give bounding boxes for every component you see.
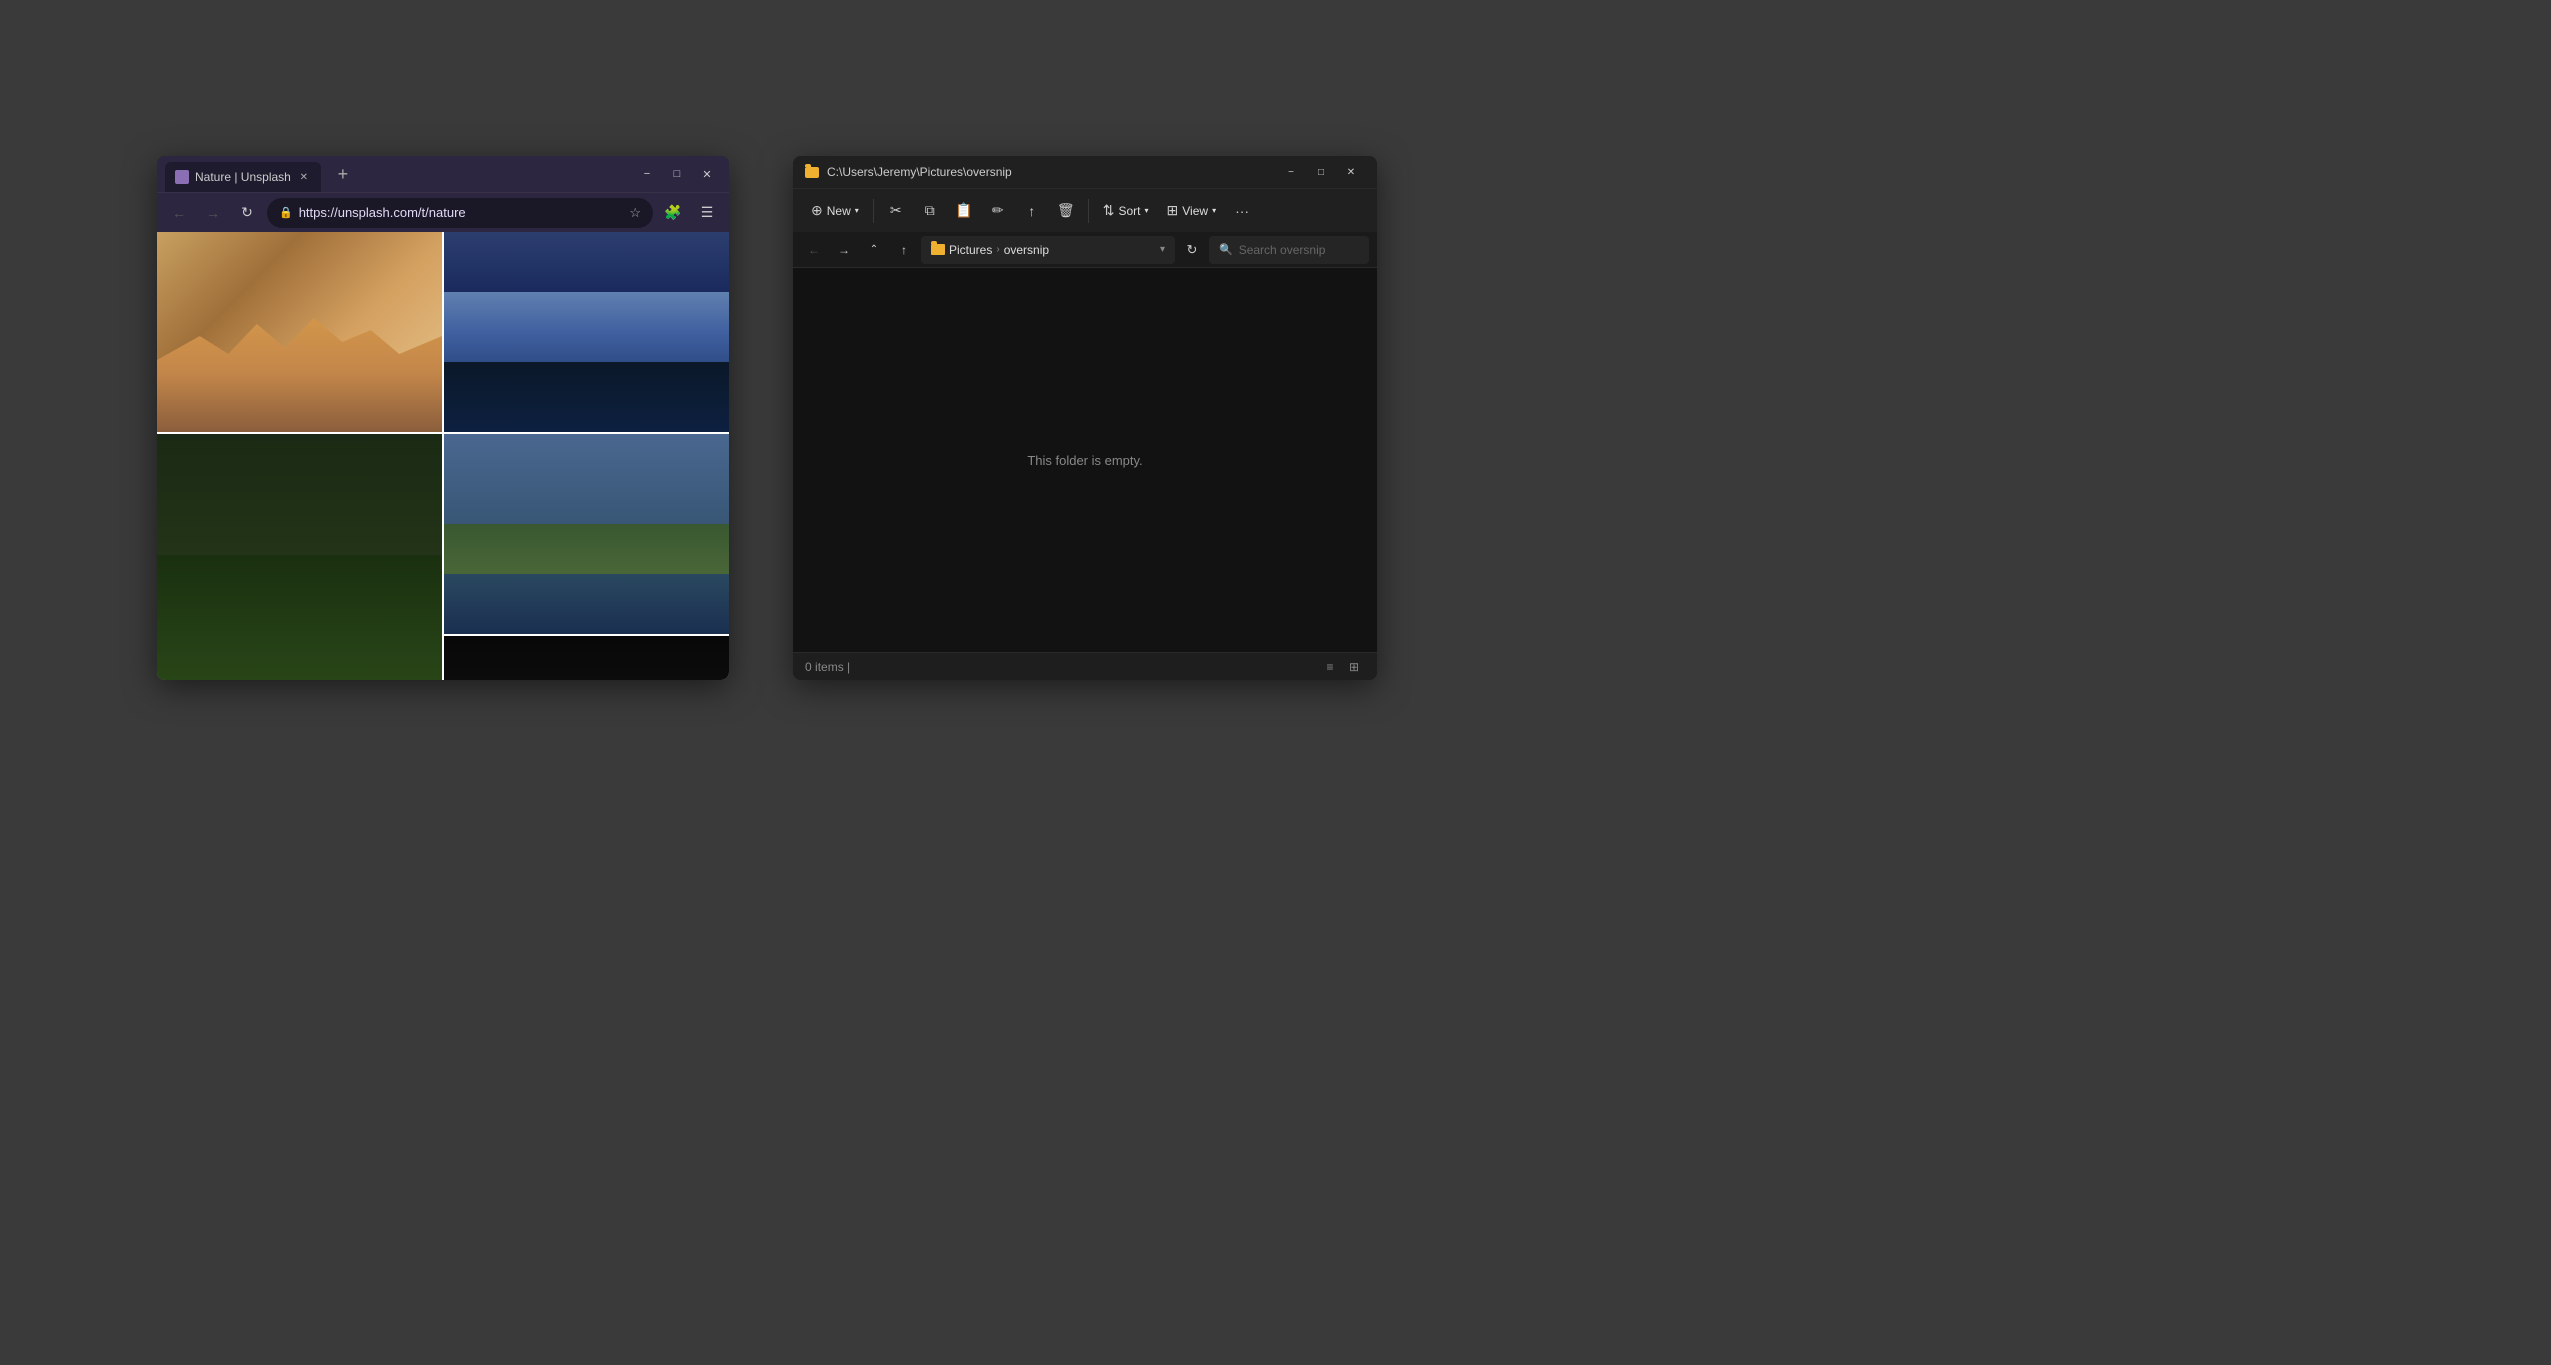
photo-mountain-lake — [444, 232, 729, 432]
addr-forward-button[interactable]: → — [831, 237, 857, 263]
sort-dropdown-icon: ▾ — [1145, 206, 1149, 215]
tab-close-button[interactable]: ✕ — [297, 170, 311, 184]
explorer-title-text: C:\Users\Jeremy\Pictures\oversnip — [827, 165, 1269, 179]
browser-content — [157, 232, 729, 680]
explorer-addressbar: ← → ⌃ ↑ Pictures › oversnip ▾ ↻ 🔍 Search… — [793, 232, 1377, 268]
extensions-button[interactable]: 🧩 — [659, 199, 687, 227]
browser-menu-button[interactable]: ☰ — [693, 199, 721, 227]
search-icon: 🔍 — [1219, 243, 1233, 256]
addr-up-button[interactable]: ↑ — [891, 237, 917, 263]
address-path[interactable]: Pictures › oversnip ▾ — [921, 236, 1175, 264]
browser-window: Nature | Unsplash ✕ + − □ ✕ ← → ↻ 🔒 http… — [157, 156, 729, 680]
photo-forest — [157, 434, 442, 680]
photo-dark — [444, 636, 729, 680]
explorer-content: This folder is empty. — [793, 268, 1377, 652]
explorer-close-button[interactable]: ✕ — [1337, 160, 1365, 184]
view-label: View — [1182, 204, 1208, 218]
copy-button[interactable]: ⧉ — [914, 195, 946, 227]
search-box[interactable]: 🔍 Search oversnip — [1209, 236, 1369, 264]
sort-button[interactable]: ⇅ Sort ▾ — [1095, 195, 1157, 227]
share-button[interactable]: ↑ — [1016, 195, 1048, 227]
status-view-buttons: ≡ ⊞ — [1319, 656, 1365, 678]
path-separator: › — [996, 244, 999, 255]
path-current-folder: oversnip — [1004, 243, 1049, 257]
forward-button[interactable]: → — [199, 199, 227, 227]
address-text: https://unsplash.com/t/nature — [299, 205, 624, 220]
list-view-button[interactable]: ≡ — [1319, 656, 1341, 678]
sort-icon: ⇅ — [1103, 202, 1115, 219]
address-bar[interactable]: 🔒 https://unsplash.com/t/nature ☆ — [267, 198, 653, 228]
back-button[interactable]: ← — [165, 199, 193, 227]
view-button[interactable]: ⊞ View ▾ — [1159, 195, 1225, 227]
new-dropdown-icon: ▾ — [855, 206, 859, 215]
grid-view-button[interactable]: ⊞ — [1343, 656, 1365, 678]
rename-button[interactable]: ✏ — [982, 195, 1014, 227]
explorer-maximize-button[interactable]: □ — [1307, 160, 1335, 184]
new-label: New — [827, 204, 851, 218]
explorer-window: C:\Users\Jeremy\Pictures\oversnip − □ ✕ … — [793, 156, 1377, 680]
path-pictures: Pictures — [949, 243, 992, 257]
new-button[interactable]: ⊕ New ▾ — [803, 195, 867, 227]
more-button[interactable]: ··· — [1226, 195, 1258, 227]
delete-button[interactable]: 🗑 — [1050, 195, 1082, 227]
status-items-count: 0 items | — [805, 660, 1319, 674]
bookmark-icon[interactable]: ☆ — [629, 205, 641, 221]
addr-refresh-button[interactable]: ↻ — [1179, 237, 1205, 263]
browser-toolbar: ← → ↻ 🔒 https://unsplash.com/t/nature ☆ … — [157, 192, 729, 232]
path-dropdown-icon[interactable]: ▾ — [1160, 244, 1165, 255]
tab-title: Nature | Unsplash — [195, 170, 291, 184]
browser-close-button[interactable]: ✕ — [693, 164, 721, 184]
lock-icon: 🔒 — [279, 206, 293, 219]
explorer-statusbar: 0 items | ≡ ⊞ — [793, 652, 1377, 680]
addr-back-button[interactable]: ← — [801, 237, 827, 263]
view-dropdown-icon: ▾ — [1212, 206, 1216, 215]
cut-button[interactable]: ✂ — [880, 195, 912, 227]
browser-maximize-button[interactable]: □ — [663, 164, 691, 184]
explorer-titlebar: C:\Users\Jeremy\Pictures\oversnip − □ ✕ — [793, 156, 1377, 188]
sort-label: Sort — [1119, 204, 1141, 218]
view-icon: ⊞ — [1167, 202, 1179, 219]
explorer-toolbar: ⊕ New ▾ ✂ ⧉ 📋 ✏ ↑ 🗑 ⇅ Sort ▾ ⊞ View ▾ ··… — [793, 188, 1377, 232]
toolbar-separator-2 — [1088, 199, 1089, 223]
path-folder-icon — [931, 244, 945, 255]
browser-tab[interactable]: Nature | Unsplash ✕ — [165, 162, 321, 192]
titlebar-folder-icon — [805, 167, 819, 178]
browser-minimize-button[interactable]: − — [633, 164, 661, 184]
browser-titlebar: Nature | Unsplash ✕ + − □ ✕ — [157, 156, 729, 192]
photo-desert — [157, 232, 442, 432]
new-tab-button[interactable]: + — [329, 160, 357, 188]
explorer-minimize-button[interactable]: − — [1277, 160, 1305, 184]
explorer-window-controls: − □ ✕ — [1277, 160, 1365, 184]
tab-favicon — [175, 170, 189, 184]
photo-alpine-lake — [444, 434, 729, 634]
browser-window-controls: − □ ✕ — [633, 164, 721, 184]
toolbar-separator-1 — [873, 199, 874, 223]
empty-folder-message: This folder is empty. — [1027, 453, 1142, 468]
search-placeholder: Search oversnip — [1239, 243, 1326, 257]
paste-button[interactable]: 📋 — [948, 195, 980, 227]
new-icon: ⊕ — [811, 202, 823, 219]
addr-up-chevron[interactable]: ⌃ — [861, 237, 887, 263]
reload-button[interactable]: ↻ — [233, 199, 261, 227]
